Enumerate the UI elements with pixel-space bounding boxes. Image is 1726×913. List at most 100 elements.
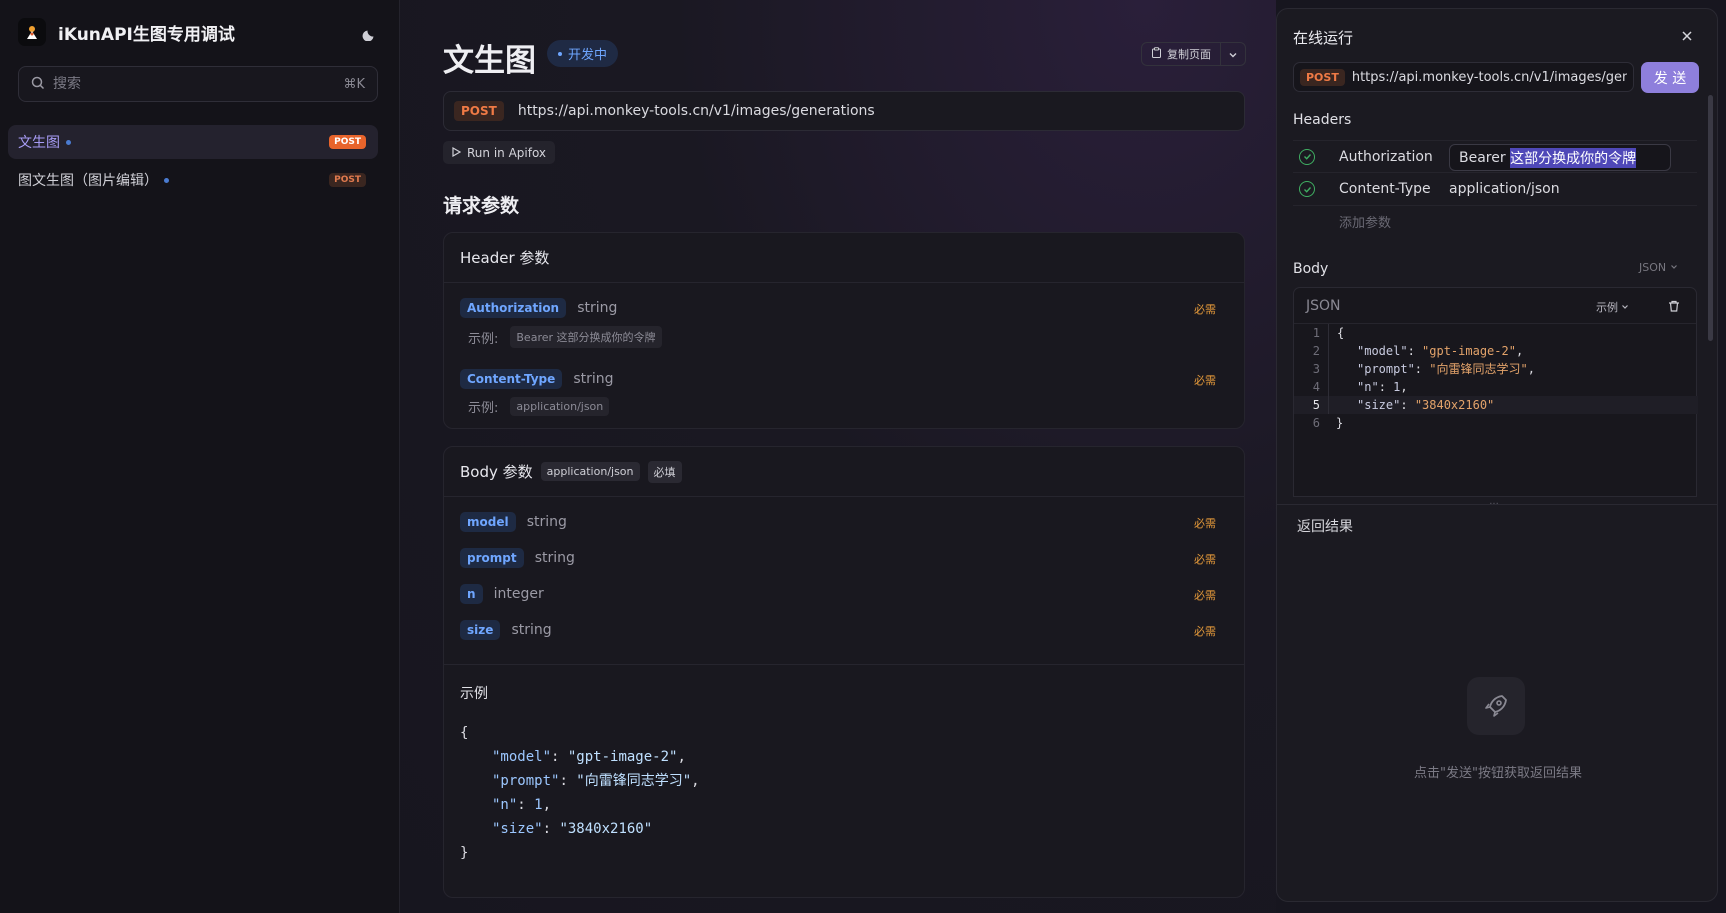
body-type-dropdown[interactable]: JSON [1639,261,1678,274]
header-value-input[interactable]: Bearer 这部分换成你的令牌 [1449,144,1671,171]
param-type: string [577,300,618,316]
panel-scrollbar[interactable] [1708,95,1713,341]
online-run-panel: 在线运行 POST 发 送 Headers Authorization Bear… [1276,8,1718,902]
sidebar-item-text-to-image[interactable]: 文生图 POST [8,125,378,159]
example-section: 示例 { "model": "gpt-image-2", "prompt": "… [444,664,1244,865]
search-box[interactable]: ⌘K [18,66,378,102]
status-label: 开发中 [568,48,608,63]
add-param-button[interactable]: 添加参数 [1339,212,1391,231]
example-value: application/json [510,397,610,416]
trash-icon [1667,298,1681,317]
sidebar: iKunAPI生图专用调试 ⌘K 文生图 POST 图文生图（图片编辑） POS… [0,0,400,913]
code-line: 2 "model": "gpt-image-2", [1312,342,1524,360]
example-label: 示例: [468,401,499,416]
request-url-field[interactable]: POST [1293,62,1634,92]
param-name: prompt [460,548,524,568]
copy-options-dropdown[interactable] [1221,43,1245,65]
param-name: Content-Type [460,369,563,389]
json-editor[interactable]: JSON 示例 1{ 2 "model": "gpt-image-2", 3 "pr… [1293,287,1698,497]
page-title: 文生图 [443,43,536,79]
brand: iKunAPI生图专用调试 [18,18,235,46]
required-label: 必需 [1194,374,1216,387]
enabled-checkbox[interactable] [1299,148,1315,165]
selected-text: 这部分换成你的令牌 [1510,147,1637,168]
panel-title: 在线运行 [1293,29,1354,47]
enabled-checkbox[interactable] [1299,181,1315,197]
clipboard-icon [1151,47,1162,61]
card-title: Body 参数 [460,463,533,481]
header-value[interactable]: application/json [1449,181,1560,197]
resize-handle[interactable]: ··· [1488,499,1500,510]
chevron-down-icon [1621,301,1629,314]
header-row-authorization: Authorization Bearer 这部分换成你的令牌 [1293,140,1697,173]
copy-page-label: 复制页面 [1167,48,1211,61]
request-params-heading: 请求参数 [443,195,520,217]
send-button[interactable]: 发 送 [1641,62,1699,93]
param-type: string [573,371,614,387]
clear-body-button[interactable] [1667,298,1681,317]
copy-page-button[interactable]: 复制页面 [1142,43,1221,65]
method-badge: POST [329,173,366,187]
method-badge: POST [454,101,504,121]
required-tag: 必填 [647,460,682,483]
param-row: size string 必需 [444,619,1244,640]
chevron-down-icon [1670,261,1678,274]
endpoint-url: https://api.monkey-tools.cn/v1/images/ge… [517,103,875,119]
param-name: model [460,512,516,532]
empty-result-text: 点击"发送"按钮获取返回结果 [1414,766,1582,781]
code-line: "size": "3840x2160" [492,821,653,837]
code-line: "prompt": "向雷锋同志学习", [492,773,700,789]
editor-label: JSON [1306,297,1341,314]
param-row: n integer 必需 [444,583,1244,604]
sidebar-item-image-edit[interactable]: 图文生图（图片编辑） POST [8,163,378,197]
param-type: string [534,550,575,566]
code-line: 1{ [1312,324,1345,342]
example-value: Bearer 这部分换成你的令牌 [510,326,662,348]
result-heading: 返回结果 [1297,519,1353,535]
status-dot [558,51,562,56]
status-dot [164,177,169,183]
example-title: 示例 [460,686,488,702]
close-panel-button[interactable] [1675,24,1699,48]
request-url-input[interactable] [1351,69,1627,85]
param-row: prompt string 必需 [444,547,1244,568]
body-heading: Body [1293,261,1329,277]
header-row-content-type: Content-Type application/json [1293,173,1697,206]
code-lines: 1{ 2 "model": "gpt-image-2", 3 "prompt": "… [1294,324,1698,432]
card-title: Header 参数 [460,249,550,267]
code-line: "n": 1, [492,797,552,813]
param-name: size [460,620,501,640]
header-params-card: Header 参数 Authorization string 必需 示例: Be… [443,232,1245,429]
param-row: model string 必需 [444,511,1244,532]
close-icon [1681,27,1693,46]
chevron-down-icon [1228,45,1238,64]
example-code: { "model": "gpt-image-2", "prompt": "向雷锋… [460,721,1228,865]
sidebar-item-label: 文生图 [18,135,60,151]
rocket-icon [1467,677,1525,735]
app-logo-icon [18,18,46,46]
brand-title: iKunAPI生图专用调试 [58,24,235,45]
sidebar-nav: 文生图 POST 图文生图（图片编辑） POST [8,125,378,201]
search-input[interactable] [53,76,336,92]
copy-page-group: 复制页面 [1141,42,1246,66]
required-label: 必需 [1194,303,1216,316]
play-icon [452,146,462,160]
method-badge: POST [329,135,366,149]
theme-toggle-moon-icon[interactable] [358,22,380,44]
run-in-apifox-button[interactable]: Run in Apifox [443,141,556,164]
example-dropdown[interactable]: 示例 [1596,299,1629,315]
header-key: Content-Type [1339,181,1431,197]
code-line: 4 "n": 1, [1312,378,1408,396]
method-badge: POST [1300,68,1345,86]
search-icon [31,75,45,94]
required-label: 必需 [1194,625,1216,638]
code-line: "model": "gpt-image-2", [492,749,686,765]
example-label: 示例: [468,331,499,347]
param-name: n [460,584,483,604]
headers-heading: Headers [1293,112,1352,128]
sidebar-item-label: 图文生图（图片编辑） [18,173,158,189]
header-key: Authorization [1339,148,1433,165]
param-row: Content-Type string 必需 示例: application/j… [444,368,1244,416]
check-icon [1303,186,1311,193]
code-line-current: 5 "size": "3840x2160" [1294,396,1698,414]
